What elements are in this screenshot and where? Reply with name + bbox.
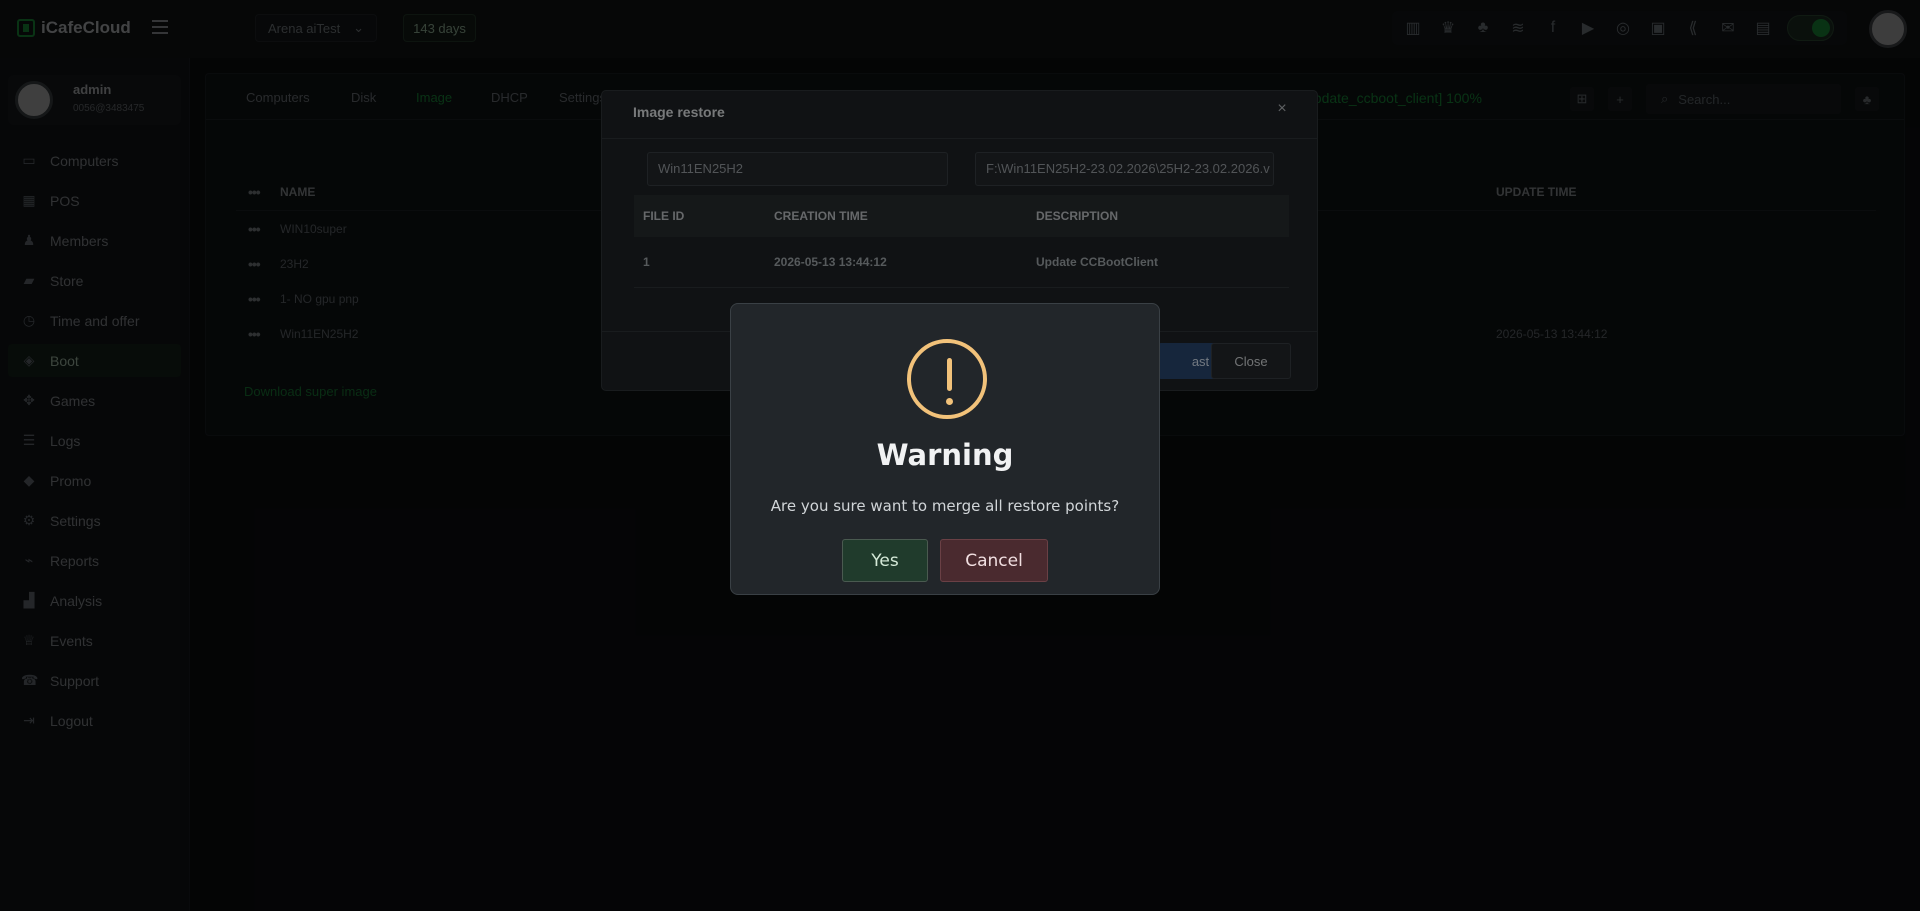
- warning-icon: [907, 339, 987, 419]
- warning-message: Are you sure want to merge all restore p…: [770, 497, 1120, 515]
- yes-label: Yes: [871, 550, 899, 571]
- cancel-label: Cancel: [965, 550, 1023, 571]
- warning-title: Warning: [876, 438, 1014, 472]
- warning-dialog: Warning Are you sure want to merge all r…: [730, 303, 1160, 595]
- yes-button[interactable]: Yes: [842, 539, 928, 582]
- cancel-button[interactable]: Cancel: [940, 539, 1048, 582]
